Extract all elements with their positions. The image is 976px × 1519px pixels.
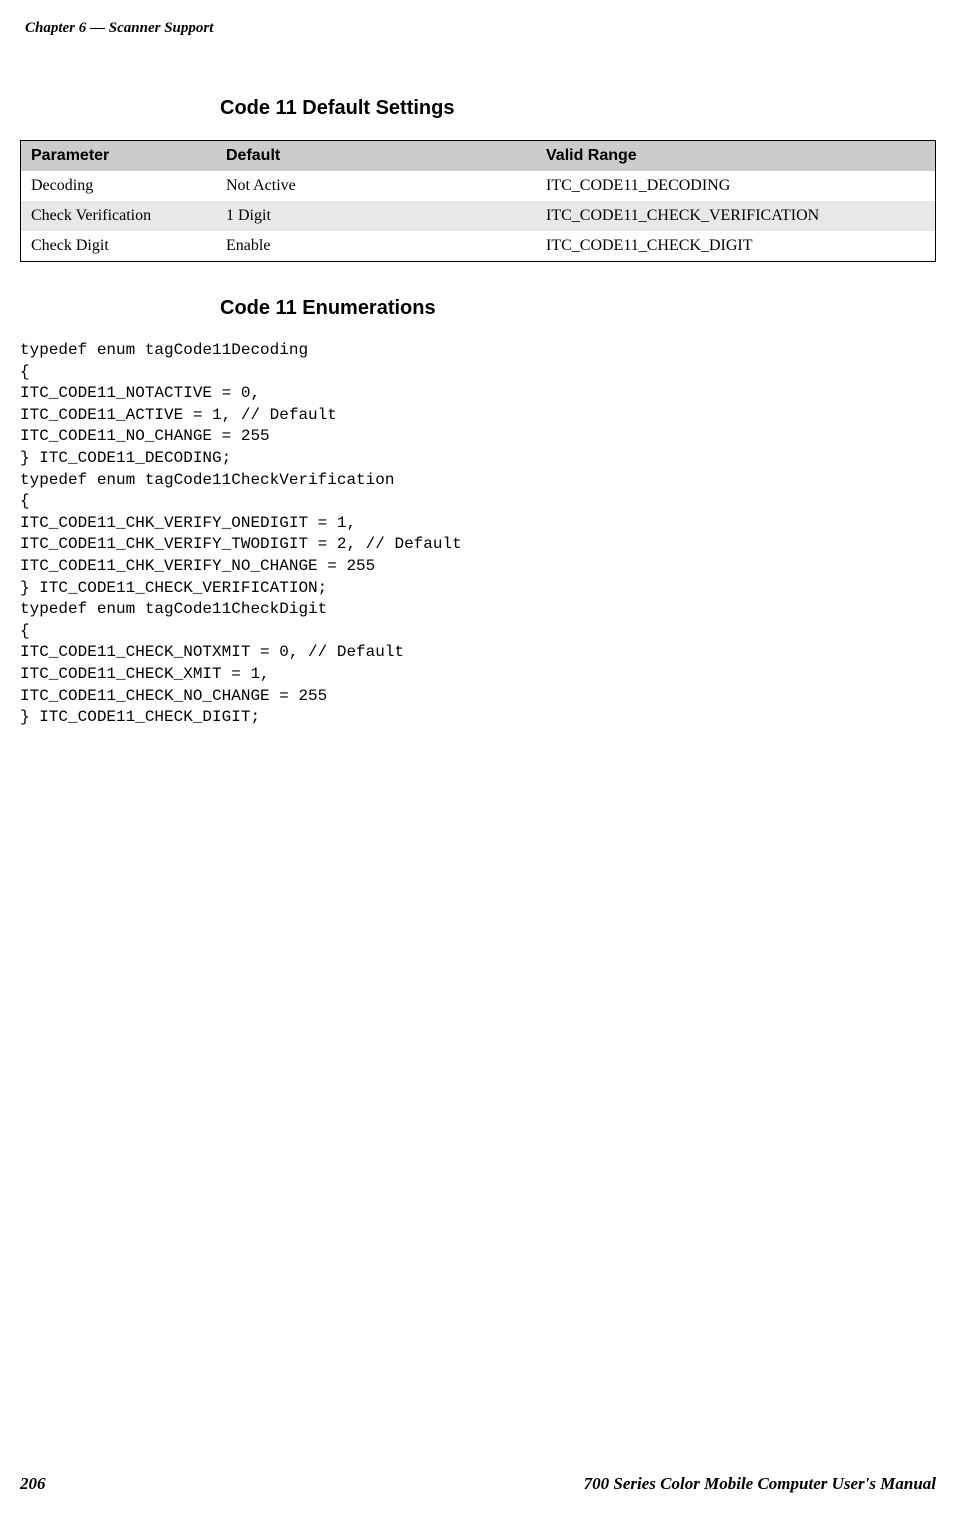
table-row: Decoding Not Active ITC_CODE11_DECODING [21, 171, 936, 201]
table-header-valid-range: Valid Range [536, 141, 936, 172]
footer-title: 700 Series Color Mobile Computer User's … [584, 1474, 936, 1494]
code-block: typedef enum tagCode11Decoding { ITC_COD… [20, 340, 936, 729]
table-cell: Enable [216, 231, 536, 262]
section-title-default-settings: Code 11 Default Settings [220, 97, 936, 120]
table-cell: Check Verification [21, 201, 217, 231]
table-row: Check Verification 1 Digit ITC_CODE11_CH… [21, 201, 936, 231]
table-cell: 1 Digit [216, 201, 536, 231]
settings-table: Parameter Default Valid Range Decoding N… [20, 140, 936, 262]
section-title-enumerations: Code 11 Enumerations [220, 297, 936, 320]
table-cell: ITC_CODE11_CHECK_DIGIT [536, 231, 936, 262]
page-footer: 206 700 Series Color Mobile Computer Use… [20, 1474, 936, 1494]
table-row: Check Digit Enable ITC_CODE11_CHECK_DIGI… [21, 231, 936, 262]
chapter-header: Chapter 6 — Scanner Support [20, 20, 936, 37]
table-cell: Check Digit [21, 231, 217, 262]
table-header-default: Default [216, 141, 536, 172]
page-number: 206 [20, 1474, 46, 1494]
table-cell: Decoding [21, 171, 217, 201]
table-cell: ITC_CODE11_CHECK_VERIFICATION [536, 201, 936, 231]
table-cell: ITC_CODE11_DECODING [536, 171, 936, 201]
table-header-parameter: Parameter [21, 141, 217, 172]
table-cell: Not Active [216, 171, 536, 201]
